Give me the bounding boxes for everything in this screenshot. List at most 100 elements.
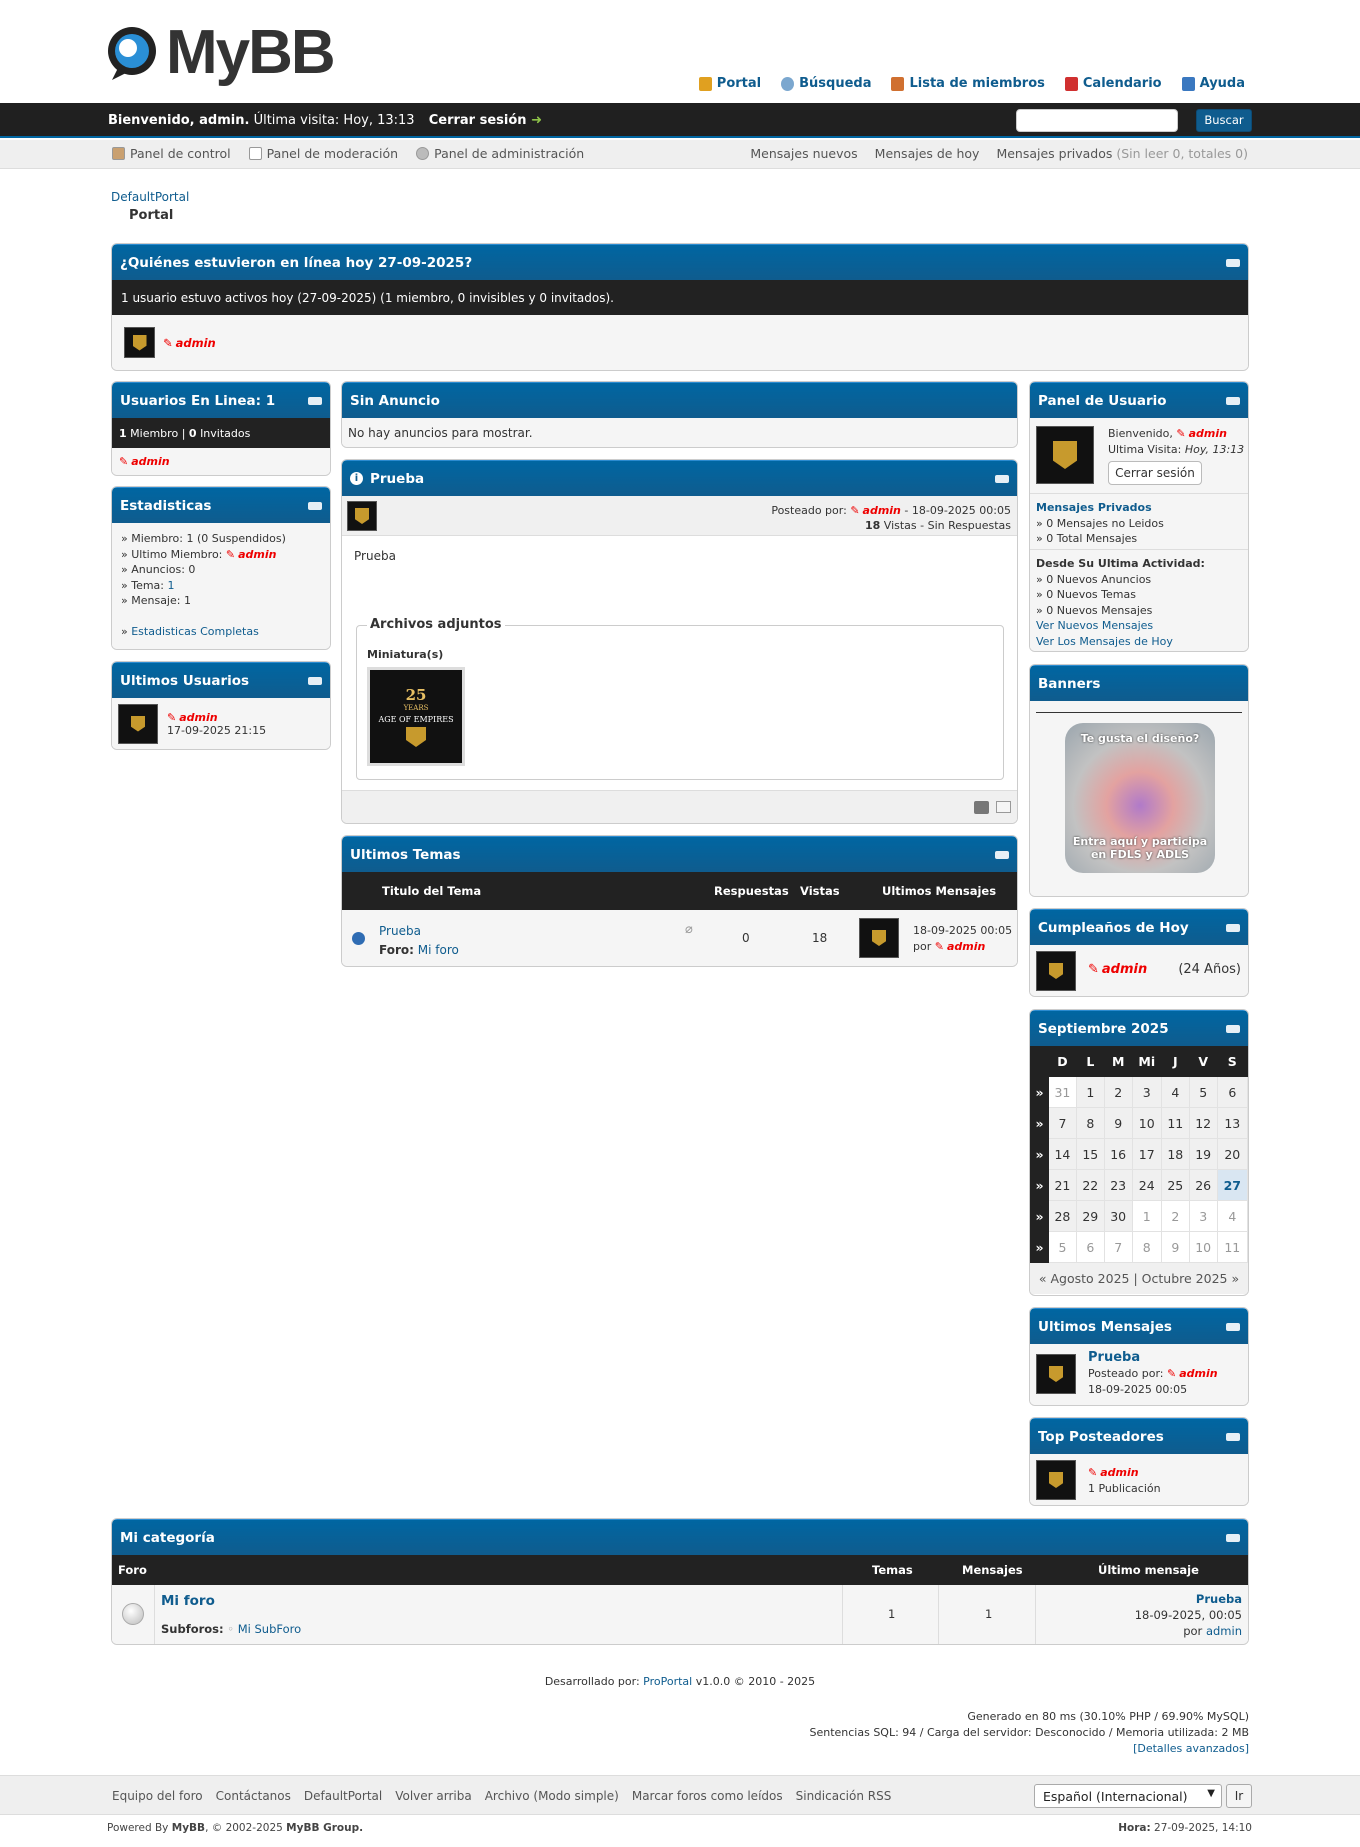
full-stats-link[interactable]: Estadisticas Completas <box>131 625 259 638</box>
calendar-day[interactable]: 6 <box>1075 1231 1105 1263</box>
paperclip-icon[interactable]: ⌀ <box>685 922 693 937</box>
calendar-day[interactable]: 28 <box>1048 1200 1077 1232</box>
calendar-day[interactable]: 8 <box>1131 1231 1162 1263</box>
week-link[interactable]: » <box>1030 1231 1049 1263</box>
modcp-link[interactable]: Panel de moderación <box>248 146 398 161</box>
collapse-icon[interactable] <box>1226 258 1240 267</box>
email-icon[interactable] <box>996 801 1011 813</box>
language-select[interactable]: Español (Internacional) ▼ <box>1034 1784 1222 1808</box>
proportal-link[interactable]: ProPortal <box>643 1675 692 1688</box>
avatar[interactable] <box>124 327 155 358</box>
calendar-day[interactable]: 11 <box>1160 1107 1190 1139</box>
collapse-icon[interactable] <box>1226 1024 1240 1033</box>
language-go-button[interactable]: Ir <box>1226 1784 1252 1808</box>
calendar-day[interactable]: 8 <box>1075 1107 1105 1139</box>
subforum-link[interactable]: Mi SubForo <box>238 1622 301 1636</box>
user-link[interactable]: admin <box>1088 962 1147 977</box>
collapse-icon[interactable] <box>995 474 1009 483</box>
calendar-day[interactable]: 11 <box>1216 1231 1248 1263</box>
calendar-day[interactable]: 4 <box>1160 1076 1190 1108</box>
user-link[interactable]: admin <box>119 455 170 468</box>
avatar[interactable] <box>1036 951 1076 991</box>
avatar[interactable] <box>1036 426 1094 484</box>
calendar-day[interactable]: 25 <box>1160 1169 1190 1201</box>
private-messages-link[interactable]: Mensajes privados (Sin leer 0, totales 0… <box>996 146 1248 161</box>
calendar-day[interactable]: 29 <box>1075 1200 1105 1232</box>
calendar-day[interactable]: 1 <box>1131 1200 1162 1232</box>
calendar-day[interactable]: 30 <box>1103 1200 1133 1232</box>
calendar-day[interactable]: 7 <box>1048 1107 1077 1139</box>
calendar-day[interactable]: 2 <box>1103 1076 1133 1108</box>
usercp-link[interactable]: Panel de control <box>112 146 231 161</box>
calendar-day[interactable]: 5 <box>1188 1076 1218 1108</box>
advanced-details-link[interactable]: [Detalles avanzados] <box>809 1741 1249 1757</box>
calendar-day[interactable]: 7 <box>1103 1231 1133 1263</box>
private-messages-link[interactable]: Mensajes Privados <box>1036 500 1242 516</box>
collapse-icon[interactable] <box>308 501 322 510</box>
calendar-day[interactable]: 6 <box>1216 1076 1248 1108</box>
user-link[interactable]: admin <box>850 504 901 517</box>
mark-read-link[interactable]: Marcar foros como leídos <box>632 1789 783 1803</box>
banner-image[interactable]: Te gusta el diseño? Entra aquí y partici… <box>1065 723 1215 873</box>
mybb-group-link[interactable]: MyBB Group. <box>286 1822 363 1834</box>
nav-search[interactable]: Búsqueda <box>781 76 871 91</box>
calendar-day[interactable]: 13 <box>1216 1107 1248 1139</box>
calendar-day[interactable]: 14 <box>1048 1138 1077 1170</box>
topic-link[interactable]: Prueba <box>379 922 459 941</box>
view-new-posts-link[interactable]: Ver Nuevos Mensajes <box>1036 618 1242 634</box>
collapse-icon[interactable] <box>1226 1533 1240 1542</box>
collapse-icon[interactable] <box>1226 923 1240 932</box>
mybb-link[interactable]: MyBB <box>172 1822 205 1834</box>
avatar[interactable] <box>859 918 899 958</box>
view-todays-posts-link[interactable]: Ver Los Mensajes de Hoy <box>1036 634 1242 650</box>
user-link[interactable]: admin <box>1167 1367 1218 1380</box>
contact-link[interactable]: Contáctanos <box>216 1789 291 1803</box>
user-link[interactable]: admin <box>163 336 216 350</box>
collapse-icon[interactable] <box>995 850 1009 859</box>
calendar-day[interactable]: 22 <box>1075 1169 1105 1201</box>
user-link[interactable]: admin <box>935 940 986 953</box>
calendar-day[interactable]: 10 <box>1131 1107 1162 1139</box>
user-link[interactable]: admin <box>167 711 266 724</box>
forum-link[interactable]: Mi foro <box>161 1593 215 1609</box>
calendar-day[interactable]: 1 <box>1075 1076 1105 1108</box>
calendar-day[interactable]: 31 <box>1048 1076 1077 1108</box>
new-posts-link[interactable]: Mensajes nuevos <box>750 146 857 161</box>
prev-month-link[interactable]: « Agosto 2025 <box>1039 1271 1130 1286</box>
collapse-icon[interactable] <box>1226 1432 1240 1441</box>
avatar[interactable] <box>1036 1460 1076 1500</box>
calendar-day[interactable]: 23 <box>1103 1169 1133 1201</box>
calendar-day[interactable]: 21 <box>1048 1169 1077 1201</box>
avatar[interactable] <box>1036 1354 1076 1394</box>
admincp-link[interactable]: Panel de administración <box>416 146 584 161</box>
collapse-icon[interactable] <box>1226 1322 1240 1331</box>
calendar-day[interactable]: 20 <box>1216 1138 1248 1170</box>
nav-memberlist[interactable]: Lista de miembros <box>891 76 1045 91</box>
attachment-thumbnail[interactable]: 25 YEARS AGE OF EMPIRES <box>367 667 465 766</box>
avatar[interactable] <box>118 703 158 744</box>
todays-posts-link[interactable]: Mensajes de hoy <box>875 146 980 161</box>
calendar-day[interactable]: 9 <box>1160 1231 1190 1263</box>
calendar-day[interactable]: 19 <box>1188 1138 1218 1170</box>
collapse-icon[interactable] <box>1226 396 1240 405</box>
portal-link[interactable]: DefaultPortal <box>304 1789 382 1803</box>
nav-calendar[interactable]: Calendario <box>1064 76 1162 91</box>
search-button[interactable]: Buscar <box>1196 109 1252 132</box>
back-to-top-link[interactable]: Volver arriba <box>395 1789 472 1803</box>
mybb-logo[interactable]: MyBB <box>104 18 336 88</box>
logout-button[interactable]: Cerrar sesión <box>1108 461 1202 485</box>
rss-link[interactable]: Sindicación RSS <box>796 1789 892 1803</box>
calendar-day[interactable]: 2 <box>1160 1200 1190 1232</box>
week-link[interactable]: » <box>1030 1076 1049 1108</box>
user-link[interactable]: admin <box>1088 1465 1161 1481</box>
calendar-day[interactable]: 17 <box>1131 1138 1162 1170</box>
calendar-day[interactable]: 3 <box>1131 1076 1162 1108</box>
collapse-icon[interactable] <box>308 396 322 405</box>
calendar-day[interactable]: 26 <box>1188 1169 1218 1201</box>
avatar[interactable] <box>347 501 377 531</box>
calendar-day[interactable]: 3 <box>1188 1200 1218 1232</box>
week-link[interactable]: » <box>1030 1200 1049 1232</box>
week-link[interactable]: » <box>1030 1107 1049 1139</box>
logout-link[interactable]: Cerrar sesión ➜ <box>429 113 542 128</box>
nav-portal[interactable]: Portal <box>698 76 761 91</box>
